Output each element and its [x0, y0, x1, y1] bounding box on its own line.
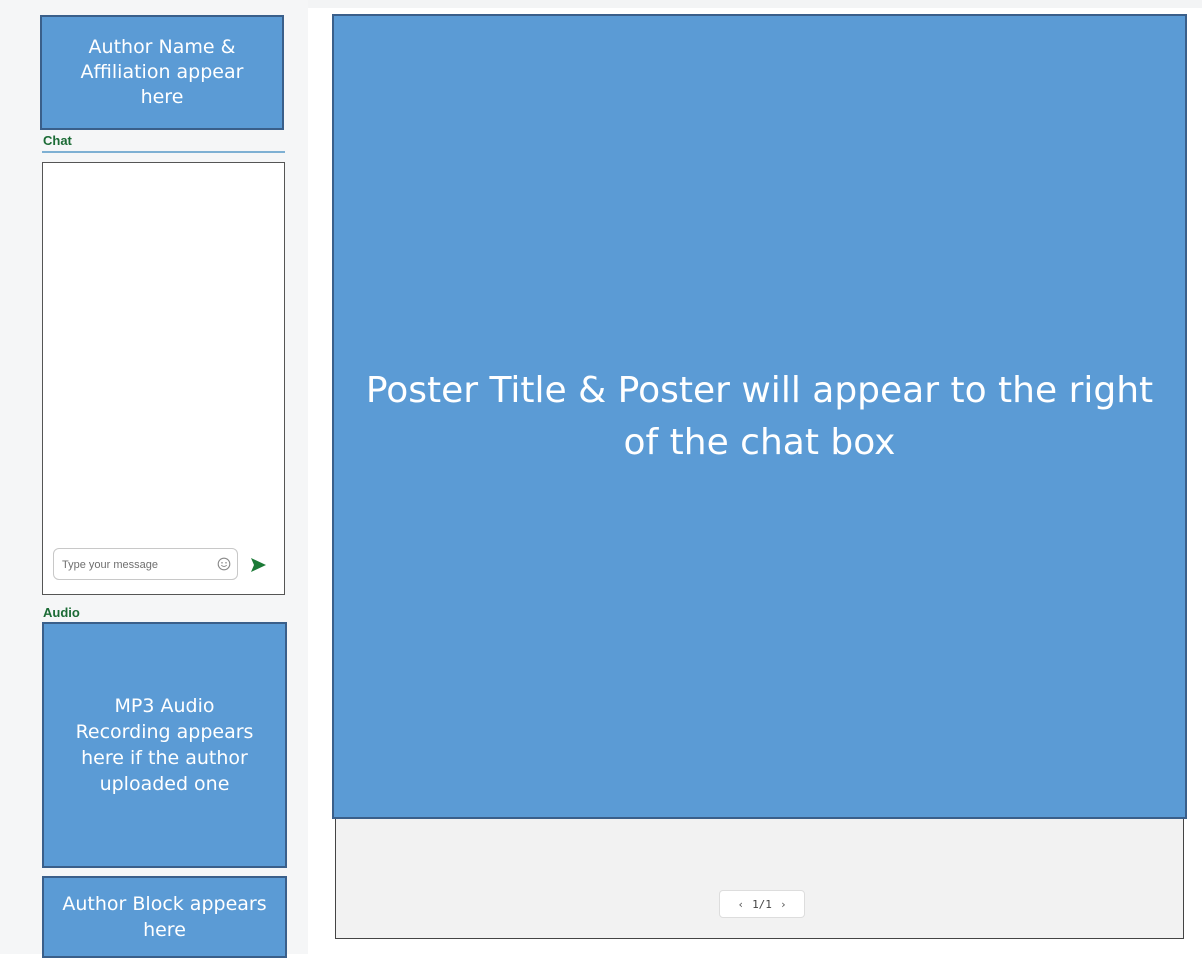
author-affiliation-line: Affiliation appear — [80, 61, 244, 83]
audio-placeholder-text: MP3 Audio Recording appears here if the … — [76, 693, 254, 797]
chat-input-container — [53, 548, 238, 580]
author-block-line: here — [143, 919, 186, 941]
chat-box — [42, 162, 285, 595]
chat-label: Chat — [43, 133, 72, 148]
next-page-button[interactable]: › — [780, 898, 787, 911]
poster-placeholder-text: Poster Title & Poster will appear to the… — [366, 365, 1153, 469]
poster-placeholder: Poster Title & Poster will appear to the… — [332, 14, 1187, 819]
poster-placeholder-line: Poster Title & Poster will appear to the… — [365, 369, 1154, 411]
audio-player-placeholder: MP3 Audio Recording appears here if the … — [42, 622, 287, 868]
author-block-line: Author Block appears — [62, 893, 267, 915]
author-affiliation-line: Author Name & — [88, 36, 236, 58]
audio-placeholder-line: Recording appears — [75, 721, 254, 743]
author-block-text: Author Block appears here — [62, 891, 266, 943]
prev-page-button[interactable]: ‹ — [737, 898, 744, 911]
page-pager: ‹ 1/1 › — [719, 890, 805, 918]
smiley-icon[interactable] — [217, 557, 231, 571]
audio-placeholder-line: here if the author — [81, 747, 248, 769]
audio-placeholder-line: MP3 Audio — [114, 695, 215, 717]
audio-label: Audio — [43, 605, 80, 620]
author-affiliation-line: here — [140, 86, 184, 108]
author-affiliation-text: Author Name & Affiliation appear here — [81, 35, 244, 110]
audio-placeholder-line: uploaded one — [99, 773, 230, 795]
poster-placeholder-line: of the chat box — [623, 421, 896, 463]
send-arrow-icon[interactable] — [248, 555, 268, 575]
author-block-placeholder: Author Block appears here — [42, 876, 287, 958]
chat-message-input[interactable] — [62, 556, 202, 574]
page-indicator: 1/1 — [752, 897, 772, 911]
chat-divider — [42, 151, 285, 153]
author-affiliation-box: Author Name & Affiliation appear here — [40, 15, 284, 130]
